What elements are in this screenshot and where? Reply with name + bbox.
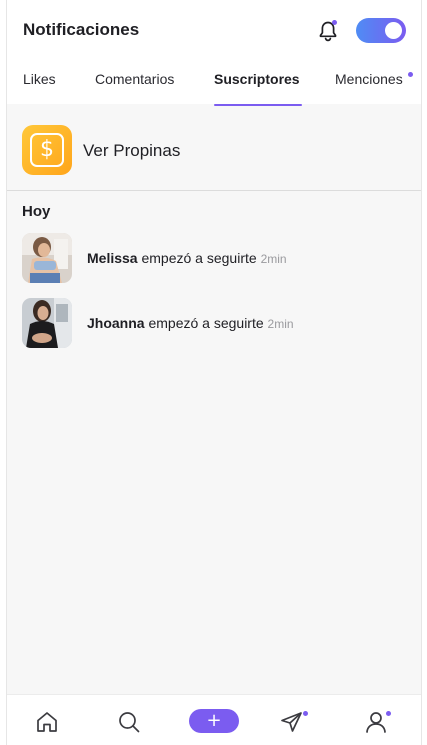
send-notification-dot: [303, 711, 308, 716]
dollar-sign: $: [30, 133, 64, 167]
add-button[interactable]: +: [189, 709, 239, 733]
notification-action: empezó a seguirte: [141, 250, 257, 266]
home-icon[interactable]: [34, 709, 60, 735]
search-icon[interactable]: [116, 709, 142, 735]
notification-text: Melissa empezó a seguirte 2min: [87, 250, 287, 266]
profile-notification-dot: [386, 711, 391, 716]
notification-username[interactable]: Jhoanna: [87, 315, 145, 331]
notification-item[interactable]: Melissa empezó a seguirte 2min: [22, 233, 412, 283]
bottom-nav: +: [7, 694, 421, 745]
avatar[interactable]: [22, 298, 72, 348]
tab-suscriptores[interactable]: Suscriptores: [214, 71, 300, 87]
bell-notification-dot: [332, 20, 337, 25]
tab-menciones[interactable]: Menciones: [335, 71, 403, 87]
notification-action: empezó a seguirte: [148, 315, 264, 331]
notification-item[interactable]: Jhoanna empezó a seguirte 2min: [22, 298, 412, 348]
header: Notificaciones Likes Comentarios Suscrip…: [7, 0, 421, 106]
tab-bar: Likes Comentarios Suscriptores Menciones: [7, 62, 421, 106]
tab-likes[interactable]: Likes: [23, 71, 56, 87]
section-title: Hoy: [22, 203, 51, 220]
notification-username[interactable]: Melissa: [87, 250, 138, 266]
notification-time: 2min: [260, 252, 287, 266]
mode-toggle[interactable]: [356, 18, 406, 43]
avatar[interactable]: [22, 233, 72, 283]
page-title: Notificaciones: [23, 20, 140, 39]
tips-label: Ver Propinas: [83, 141, 181, 160]
tips-row[interactable]: $ Ver Propinas: [7, 105, 421, 191]
send-icon[interactable]: [279, 709, 305, 735]
toggle-knob: [385, 22, 402, 39]
notification-text: Jhoanna empezó a seguirte 2min: [87, 315, 294, 331]
notification-time: 2min: [267, 317, 294, 331]
app-frame: Notificaciones Likes Comentarios Suscrip…: [6, 0, 422, 745]
menciones-notification-dot: [408, 72, 413, 77]
tab-comentarios[interactable]: Comentarios: [95, 71, 174, 87]
dollar-coin-icon: $: [22, 125, 72, 175]
